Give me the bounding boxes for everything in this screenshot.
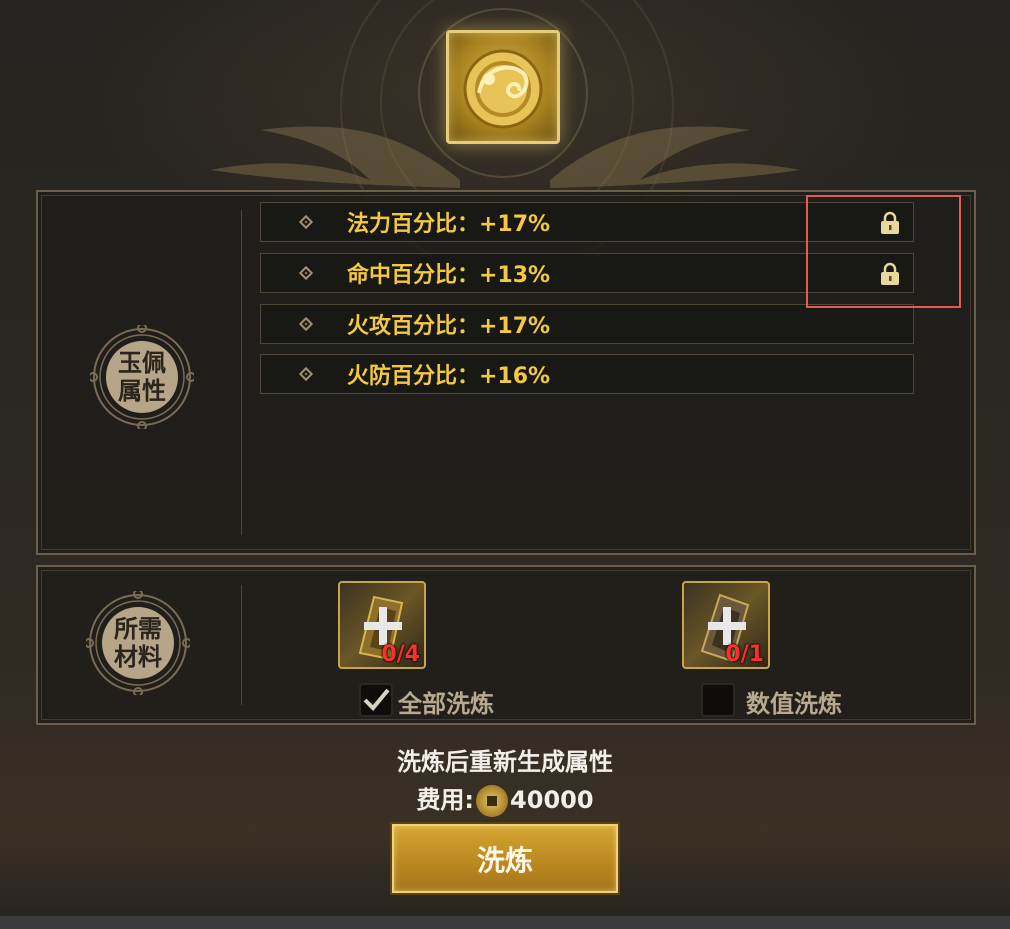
full-wash-label[interactable]: 全部洗炼: [398, 684, 494, 719]
wash-button[interactable]: 洗炼: [392, 824, 618, 893]
material-slot-value[interactable]: 0/1: [682, 581, 770, 669]
wash-button-label: 洗炼: [476, 843, 533, 877]
cost-label: 费用:: [416, 786, 475, 814]
attributes-seal: 玉佩属性: [106, 341, 178, 413]
lock-highlight-box: [806, 195, 961, 308]
attributes-seal-label: 玉佩属性: [118, 348, 166, 405]
full-wash-checkbox[interactable]: [359, 683, 393, 717]
wash-description: 洗炼后重新生成属性: [397, 748, 613, 776]
materials-seal: 所需材料: [102, 607, 174, 679]
jade-pendant-icon: [463, 49, 543, 129]
value-wash-label[interactable]: 数值洗炼: [746, 684, 842, 719]
jade-pendant-slot[interactable]: [446, 30, 560, 144]
add-plus-icon: [364, 607, 402, 645]
diamond-bullet-icon: [298, 265, 314, 281]
cost-line: 费用: 40000: [0, 780, 1010, 817]
checkmark-icon: [363, 688, 390, 711]
bottom-bar: [0, 916, 1010, 929]
diamond-bullet-icon: [298, 366, 314, 382]
material-count: 0/4: [381, 642, 420, 667]
panel-divider: [241, 210, 242, 535]
attribute-text: 火防百分比：+16%: [347, 364, 551, 389]
diamond-bullet-icon: [298, 316, 314, 332]
left-wing-ornament: [210, 126, 460, 188]
attribute-text: 命中百分比：+13%: [347, 263, 551, 288]
attribute-text: 火攻百分比：+17%: [347, 314, 551, 339]
copper-coin-icon: [476, 785, 509, 817]
panel-divider: [241, 585, 242, 705]
attribute-text: 法力百分比：+17%: [347, 212, 551, 237]
materials-seal-label: 所需材料: [114, 614, 162, 671]
cost-value: 40000: [510, 786, 594, 814]
material-slot-full[interactable]: 0/4: [338, 581, 426, 669]
diamond-bullet-icon: [298, 214, 314, 230]
material-count: 0/1: [725, 642, 764, 667]
right-wing-ornament: [550, 126, 800, 188]
attribute-row[interactable]: 火防百分比：+16%: [260, 354, 914, 394]
attribute-row[interactable]: 火攻百分比：+17%: [260, 304, 914, 344]
value-wash-checkbox[interactable]: [701, 683, 735, 717]
add-plus-icon: [708, 607, 746, 645]
